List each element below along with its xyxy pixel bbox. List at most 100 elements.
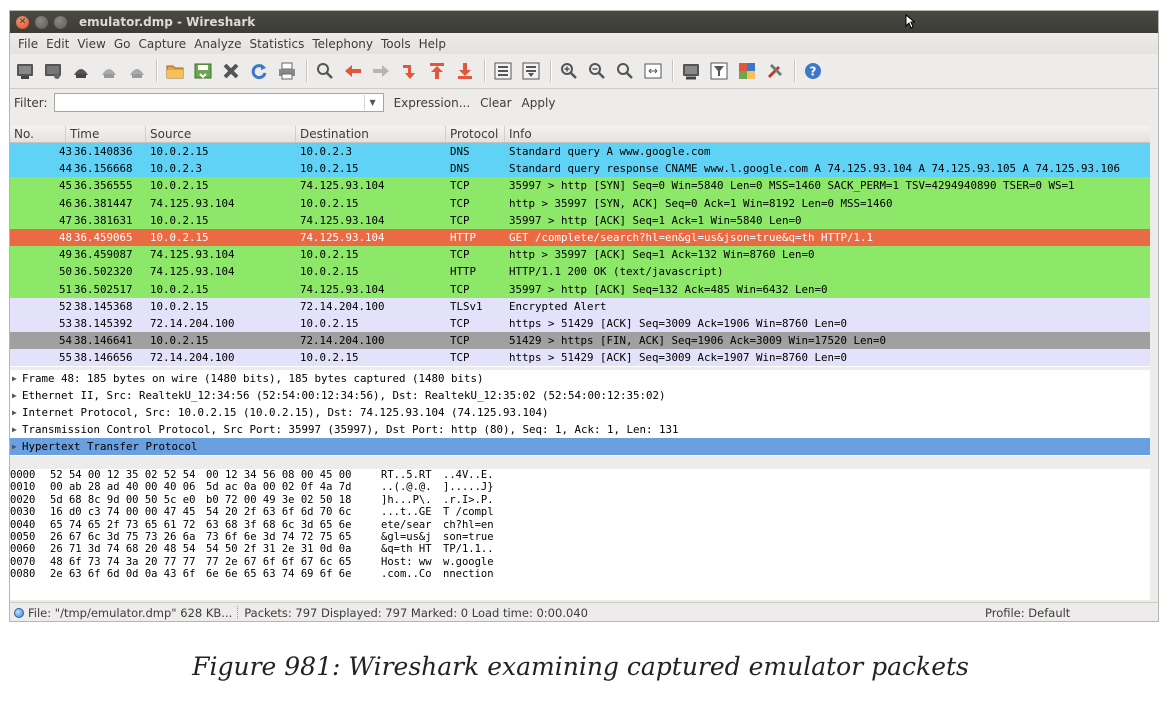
table-row[interactable]: 45 36.356555 10.0.2.15 74.125.93.104 TCP 3599… [10, 177, 1150, 195]
zoom-in-icon[interactable] [558, 60, 580, 82]
expand-triangle-icon[interactable]: ▶ [10, 438, 22, 455]
table-row[interactable]: 55 38.146656 72.14.204.100 10.0.2.15 TCP http… [10, 349, 1150, 367]
column-header-info[interactable]: Info [505, 126, 1150, 142]
pane-divider[interactable] [10, 458, 1158, 468]
status-packets: Packets: 797 Displayed: 797 Marked: 0 Lo… [244, 605, 588, 620]
go-back-icon[interactable] [342, 60, 364, 82]
detail-tree-item[interactable]: ▶ Hypertext Transfer Protocol [10, 438, 1150, 455]
menu-tools[interactable]: Tools [377, 37, 415, 51]
chevron-down-icon[interactable]: ▼ [363, 95, 381, 110]
table-row[interactable]: 50 36.502320 74.125.93.104 10.0.2.15 HTTP HTT… [10, 263, 1150, 281]
window-title: emulator.dmp - Wireshark [79, 15, 256, 29]
column-header-protocol[interactable]: Protocol [446, 126, 505, 142]
status-file: File: "/tmp/emulator.dmp" 628 KB... [28, 605, 233, 620]
hex-ascii: ...t..GE [381, 506, 432, 519]
go-last-icon[interactable] [454, 60, 476, 82]
column-header-time[interactable]: Time [66, 126, 146, 142]
cell-time: 38.145368 [74, 299, 133, 313]
minimize-window-button[interactable] [35, 15, 48, 29]
close-file-icon[interactable] [220, 60, 242, 82]
menu-file[interactable]: File [14, 37, 42, 51]
display-filters-icon[interactable] [708, 60, 730, 82]
clear-button[interactable]: Clear [480, 96, 511, 110]
capture-options-icon[interactable] [42, 60, 64, 82]
expression-button[interactable]: Expression... [394, 96, 471, 110]
cell-source: 10.0.2.15 [150, 179, 209, 193]
column-header-destination[interactable]: Destination [296, 126, 446, 142]
detail-tree-item[interactable]: ▶ Internet Protocol, Src: 10.0.2.15 (10.0… [10, 404, 1150, 421]
capture-filters-icon[interactable] [680, 60, 702, 82]
menu-statistics[interactable]: Statistics [245, 37, 308, 51]
status-profile[interactable]: Profile: Default [985, 606, 1070, 620]
table-row[interactable]: 47 36.381631 10.0.2.15 74.125.93.104 TCP 3599… [10, 211, 1150, 229]
maximize-window-button[interactable] [54, 15, 67, 29]
coloring-rules-icon[interactable] [736, 60, 758, 82]
reload-icon[interactable] [248, 60, 270, 82]
colorize-icon[interactable] [492, 60, 514, 82]
hex-bytes: 26 71 3d 74 68 20 48 54 [50, 543, 196, 556]
expand-triangle-icon[interactable]: ▶ [10, 370, 22, 387]
packet-details-pane[interactable]: ▶ Frame 48: 185 bytes on wire (1480 bits)… [10, 370, 1150, 456]
packet-bytes-pane[interactable]: 0000 52 54 00 12 35 02 52 54 00 12 34 56 0… [10, 469, 1150, 600]
table-row[interactable]: 44 36.156668 10.0.2.3 10.0.2.15 DNS Standard … [10, 160, 1150, 178]
expand-triangle-icon[interactable]: ▶ [10, 387, 22, 404]
table-row[interactable]: 48 36.459065 10.0.2.15 74.125.93.104 HTTP GET… [10, 228, 1150, 247]
menu-edit[interactable]: Edit [42, 37, 73, 51]
menu-go[interactable]: Go [110, 37, 135, 51]
table-row[interactable]: 49 36.459087 74.125.93.104 10.0.2.15 TCP http… [10, 246, 1150, 264]
detail-tree-item[interactable]: ▶ Frame 48: 185 bytes on wire (1480 bits)… [10, 370, 1150, 387]
cell-destination: 10.0.2.3 [300, 145, 353, 158]
table-row[interactable]: 54 38.146641 10.0.2.15 72.14.204.100 TCP 5142… [10, 332, 1150, 350]
go-to-packet-icon[interactable] [398, 60, 420, 82]
hex-ascii: ].....J} [443, 481, 494, 494]
menu-help[interactable]: Help [415, 37, 450, 51]
hex-bytes: 54 20 2f 63 6f 6d 70 6c [206, 506, 352, 519]
menu-telephony[interactable]: Telephony [308, 37, 377, 51]
cell-info: HTTP/1.1 200 OK (text/javascript) [509, 265, 724, 279]
go-first-icon[interactable] [426, 60, 448, 82]
hex-ascii: T /compl [443, 506, 494, 519]
autoscroll-icon[interactable] [520, 60, 542, 82]
normal-size-icon[interactable] [614, 60, 636, 82]
stop-capture-icon[interactable] [98, 60, 120, 82]
detail-tree-item[interactable]: ▶ Ethernet II, Src: RealtekU_12:34:56 (52… [10, 387, 1150, 404]
menu-analyze[interactable]: Analyze [190, 37, 245, 51]
hex-ascii: ..4V..E. [443, 469, 494, 481]
filter-input[interactable]: ▼ [53, 93, 384, 112]
detail-tree-item[interactable]: ▶ Transmission Control Protocol, Src Port… [10, 421, 1150, 438]
restart-capture-icon[interactable] [126, 60, 148, 82]
packet-list[interactable]: No. Time Source Destination Protocol Inf… [10, 126, 1150, 367]
find-packet-icon[interactable] [314, 60, 336, 82]
cell-source: 74.125.93.104 [150, 248, 235, 262]
print-icon[interactable] [276, 60, 298, 82]
table-row[interactable]: 51 36.502517 10.0.2.15 74.125.93.104 TCP 3599… [10, 280, 1150, 298]
expand-triangle-icon[interactable]: ▶ [10, 404, 22, 421]
menu-capture[interactable]: Capture [134, 37, 190, 51]
cell-protocol: DNS [450, 145, 470, 158]
interface-list-icon[interactable] [14, 60, 36, 82]
column-header-no[interactable]: No. [10, 126, 66, 142]
cell-no: 46 [58, 196, 72, 210]
zoom-out-icon[interactable] [586, 60, 608, 82]
start-capture-icon[interactable] [70, 60, 92, 82]
preferences-icon[interactable] [764, 60, 786, 82]
apply-button[interactable]: Apply [522, 96, 556, 110]
table-row[interactable]: 43 36.140836 10.0.2.15 10.0.2.3 DNS Standard … [10, 143, 1150, 161]
go-forward-icon[interactable] [370, 60, 392, 82]
cell-source: 10.0.2.3 [150, 162, 203, 176]
save-file-icon[interactable] [192, 60, 214, 82]
hex-bytes: 54 50 2f 31 2e 31 0d 0a [206, 543, 352, 556]
detail-text: Frame 48: 185 bytes on wire (1480 bits),… [22, 372, 484, 385]
open-file-icon[interactable] [164, 60, 186, 82]
table-row[interactable]: 53 38.145392 72.14.204.100 10.0.2.15 TCP http… [10, 314, 1150, 333]
hex-ascii: nnection [443, 568, 494, 581]
expand-triangle-icon[interactable]: ▶ [10, 421, 22, 438]
help-icon[interactable]: ? [802, 60, 824, 82]
expert-info-icon[interactable] [14, 607, 24, 618]
close-window-button[interactable]: ✕ [16, 15, 29, 29]
column-header-source[interactable]: Source [146, 126, 296, 142]
table-row[interactable]: 46 36.381447 74.125.93.104 10.0.2.15 TCP http… [10, 194, 1150, 212]
resize-columns-icon[interactable] [642, 60, 664, 82]
menu-view[interactable]: View [73, 37, 109, 51]
table-row[interactable]: 52 38.145368 10.0.2.15 72.14.204.100 TLSv1 En… [10, 297, 1150, 315]
